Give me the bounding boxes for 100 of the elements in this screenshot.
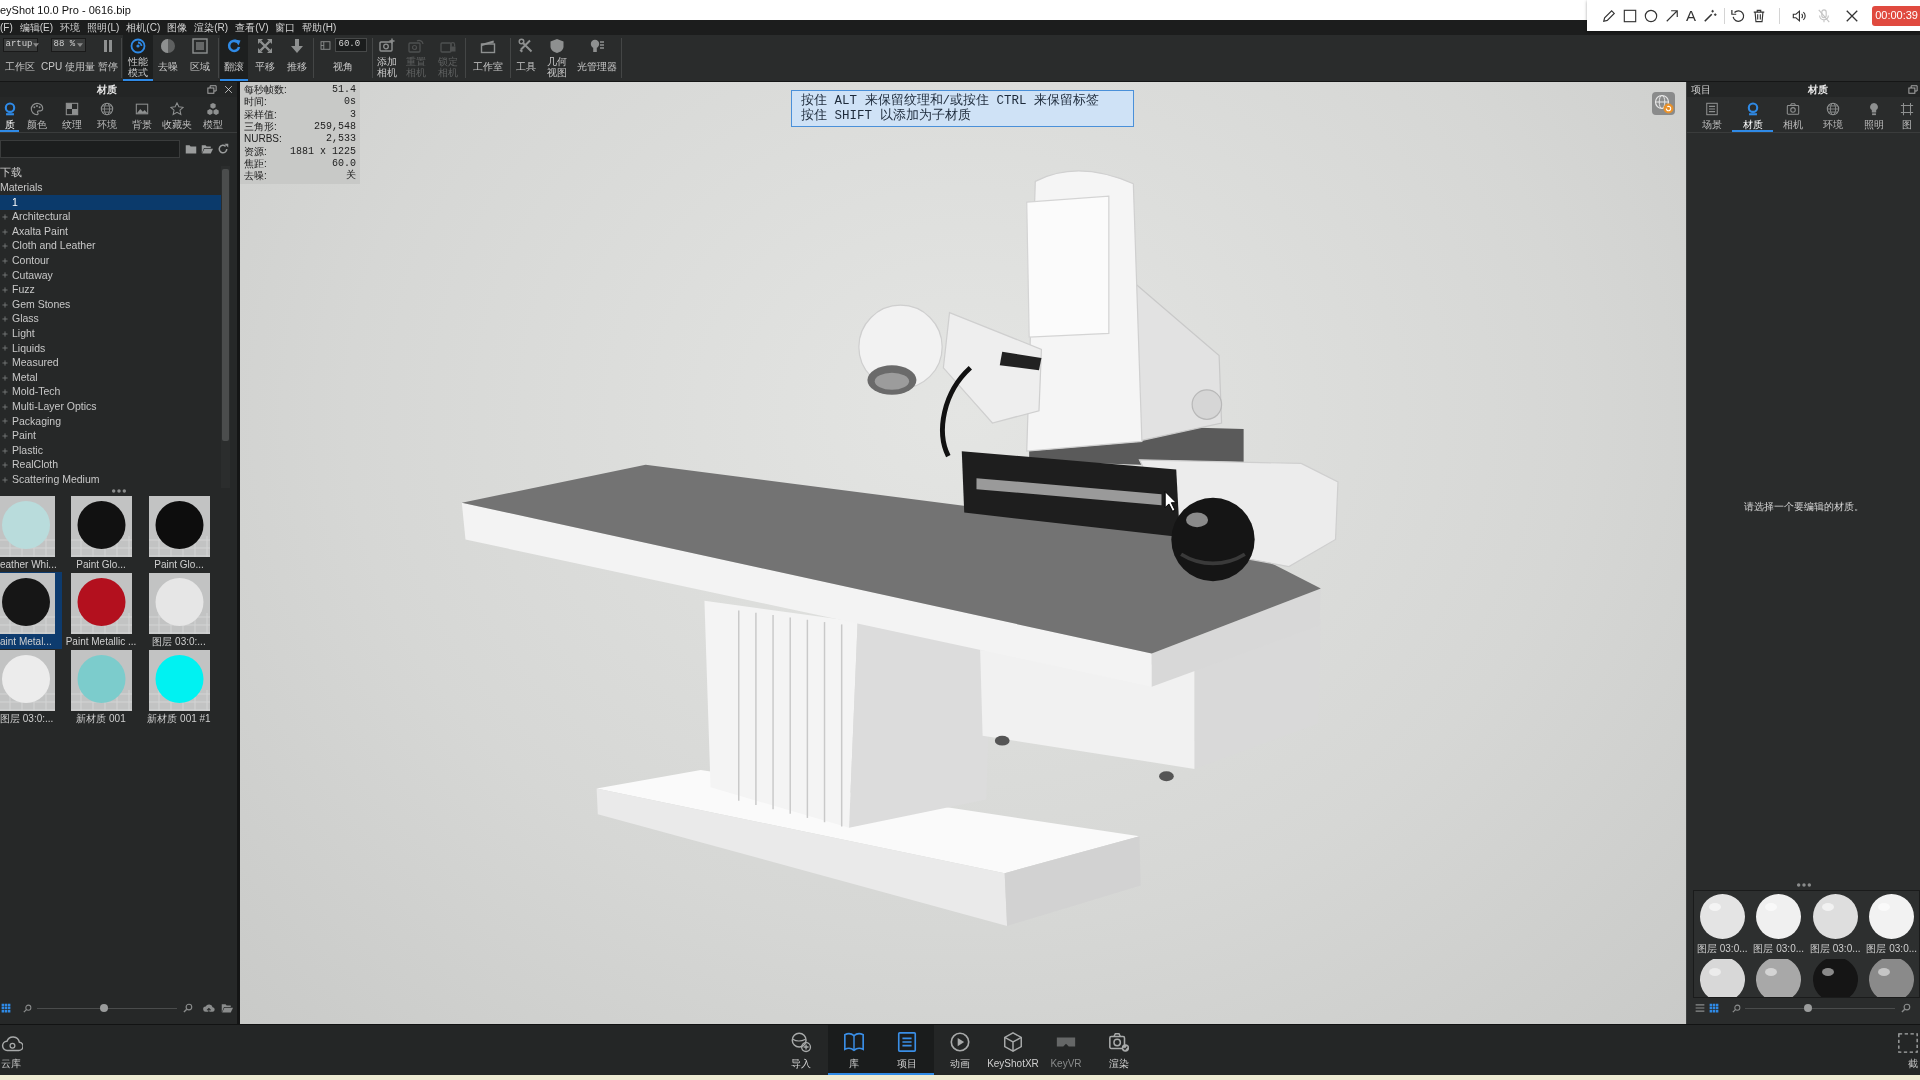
scrollbar[interactable] [221, 166, 230, 488]
pause-button[interactable]: 暂停 [96, 35, 120, 81]
menu-item[interactable]: (F) [0, 21, 13, 34]
tree-item[interactable]: Gem Stones [0, 297, 221, 312]
region-button[interactable]: 区域 [183, 35, 217, 81]
magnifier-icon[interactable] [183, 1003, 193, 1013]
magnifier-icon[interactable] [1901, 1003, 1911, 1013]
tree-item[interactable]: Materials [0, 180, 221, 196]
render-viewport[interactable]: 每秒帧数: 51.4 时间: 0s 采样值: 3 三角形: 259,548 NURBS: 2,533 资源: 1881 x 1225 焦距: 60.0 去噪: 关 按住 ALT 来保留纹理和/或按住 CTRL 来保留标签 按住 SHIFT 以添加为子材质 [240, 82, 1686, 1024]
folder-icon[interactable] [221, 1002, 233, 1014]
tree-item[interactable]: Cutaway [0, 268, 221, 283]
slider-thumb[interactable] [1804, 1004, 1812, 1012]
denoise-button[interactable]: 去噪 [153, 35, 183, 81]
material-thumbnail[interactable]: 图层 03:0... [1694, 891, 1751, 959]
library-tab[interactable]: 颜色 [19, 97, 55, 132]
tools-button[interactable]: 工具 [512, 35, 540, 81]
material-thumbnail[interactable]: 图层 03:0:... [0, 649, 62, 726]
drag-handle-icon[interactable] [110, 489, 127, 493]
tree-item[interactable]: Measured [0, 355, 221, 371]
tree-item[interactable]: Metal [0, 370, 221, 385]
menu-item[interactable]: 照明(L) [87, 21, 120, 34]
grid-view-icon[interactable] [1709, 1003, 1719, 1013]
trash-icon[interactable] [1752, 8, 1767, 23]
scrollbar-thumb[interactable] [222, 169, 229, 441]
editor-tab[interactable]: 场景 [1692, 97, 1733, 132]
light-manager-button[interactable]: 光管理器 [574, 35, 620, 81]
editor-tab[interactable]: 相机 [1772, 97, 1814, 132]
tree-item[interactable]: Plastic [0, 443, 221, 458]
material-thumbnail[interactable]: Paint Glo... [62, 495, 140, 572]
zoom-slider[interactable] [1745, 1004, 1895, 1012]
cpu-usage-dropdown[interactable]: 88 % [50, 38, 86, 52]
tree-item[interactable]: Cloth and Leather [0, 238, 221, 254]
restore-icon[interactable] [207, 85, 217, 94]
editor-tab[interactable]: 照明 [1853, 97, 1895, 132]
library-tab[interactable]: 模型 [194, 97, 231, 132]
menu-item[interactable]: 图像 [167, 21, 188, 34]
material-thumbnail[interactable]: eather Whi... [0, 495, 62, 572]
rectangle-icon[interactable] [1623, 8, 1637, 23]
import-button[interactable]: 导入 [774, 1025, 828, 1075]
workspace-dropdown[interactable]: artup [2, 38, 38, 52]
tree-item[interactable]: Fuzz [0, 282, 221, 298]
material-thumbnail[interactable]: 图层 03:0... [1750, 891, 1807, 959]
library-tab[interactable]: 环境 [89, 97, 125, 132]
menu-item[interactable]: 环境 [60, 21, 81, 34]
render-button[interactable]: 渲染 [1092, 1025, 1146, 1075]
add-camera-button[interactable]: 添加相机 [374, 35, 400, 81]
tree-item[interactable]: Liquids [0, 341, 221, 356]
magnifier-icon[interactable] [1732, 1003, 1741, 1013]
drag-handle-icon[interactable] [1795, 883, 1812, 887]
studio-button[interactable]: 工作室 [467, 35, 509, 81]
menu-item[interactable]: 渲染(R) [194, 21, 229, 34]
menu-item[interactable]: 编辑(E) [19, 21, 54, 34]
tree-item[interactable]: Multi-Layer Optics [0, 399, 221, 415]
cloud-upload-icon[interactable] [202, 1002, 215, 1014]
search-field[interactable] [0, 140, 180, 158]
material-thumbnail[interactable]: 图层 03:0... [1863, 891, 1919, 959]
magnifier-icon[interactable] [23, 1003, 32, 1013]
magic-wand-icon[interactable] [1703, 8, 1717, 23]
tree-item[interactable]: Scattering Medium [0, 472, 221, 488]
library-tab[interactable]: 质 [0, 97, 19, 132]
tree-item[interactable]: Light [0, 326, 221, 342]
tree-item[interactable]: Contour [0, 253, 221, 269]
speaker-icon[interactable] [1792, 8, 1807, 23]
tree-item[interactable]: Architectural [0, 209, 221, 225]
text-tool-button[interactable]: A [1686, 8, 1696, 23]
screenshot-button[interactable]: 截 [1880, 1025, 1920, 1075]
refresh-icon[interactable] [217, 143, 229, 155]
circle-icon[interactable] [1644, 8, 1658, 23]
menu-item[interactable]: 查看(V) [235, 21, 269, 34]
undo-icon[interactable] [1731, 8, 1746, 23]
menu-item[interactable]: 窗口 [275, 21, 296, 34]
material-thumbnail[interactable]: 图层 03:0... [1807, 891, 1864, 959]
field-of-view-field[interactable]: 60.0 [334, 38, 367, 52]
material-thumbnail[interactable]: 图层 03:0:... [140, 572, 218, 649]
performance-mode-button[interactable]: 性能模式 [123, 35, 153, 81]
menu-item[interactable]: 帮助(H) [302, 21, 337, 34]
grid-view-icon[interactable] [1, 1003, 11, 1013]
slider-thumb[interactable] [100, 1004, 109, 1012]
tree-item[interactable]: Paint [0, 428, 221, 444]
tree-item[interactable]: Glass [0, 311, 221, 327]
tree-item[interactable]: Axalta Paint [0, 224, 221, 239]
arrow-icon[interactable] [1665, 8, 1679, 23]
pan-button[interactable]: 平移 [248, 35, 282, 81]
editor-tab[interactable]: 图 [1894, 97, 1920, 132]
tree-item[interactable]: Packaging [0, 414, 221, 429]
restore-icon[interactable] [1908, 85, 1918, 94]
tree-item[interactable]: 1 [0, 195, 221, 210]
folder-icon[interactable] [185, 143, 197, 155]
open-folder-icon[interactable] [201, 143, 213, 155]
material-thumbnail[interactable]: 新材质 001 [62, 649, 140, 726]
cloud-library-button[interactable]: 云库 [0, 1025, 40, 1075]
library-tab[interactable]: 背景 [124, 97, 160, 132]
tree-item[interactable]: Mold-Tech [0, 384, 221, 400]
tree-item[interactable]: 下载 [0, 166, 221, 181]
material-thumbnail[interactable]: 新材质 001 #1 [140, 649, 218, 726]
globe-refresh-icon[interactable] [1652, 92, 1675, 115]
animation-button[interactable]: 动画 [933, 1025, 987, 1075]
library-tab[interactable]: 收藏夹 [159, 97, 195, 132]
tree-item[interactable]: RealCloth [0, 457, 221, 473]
dolly-button[interactable]: 推移 [282, 35, 312, 81]
